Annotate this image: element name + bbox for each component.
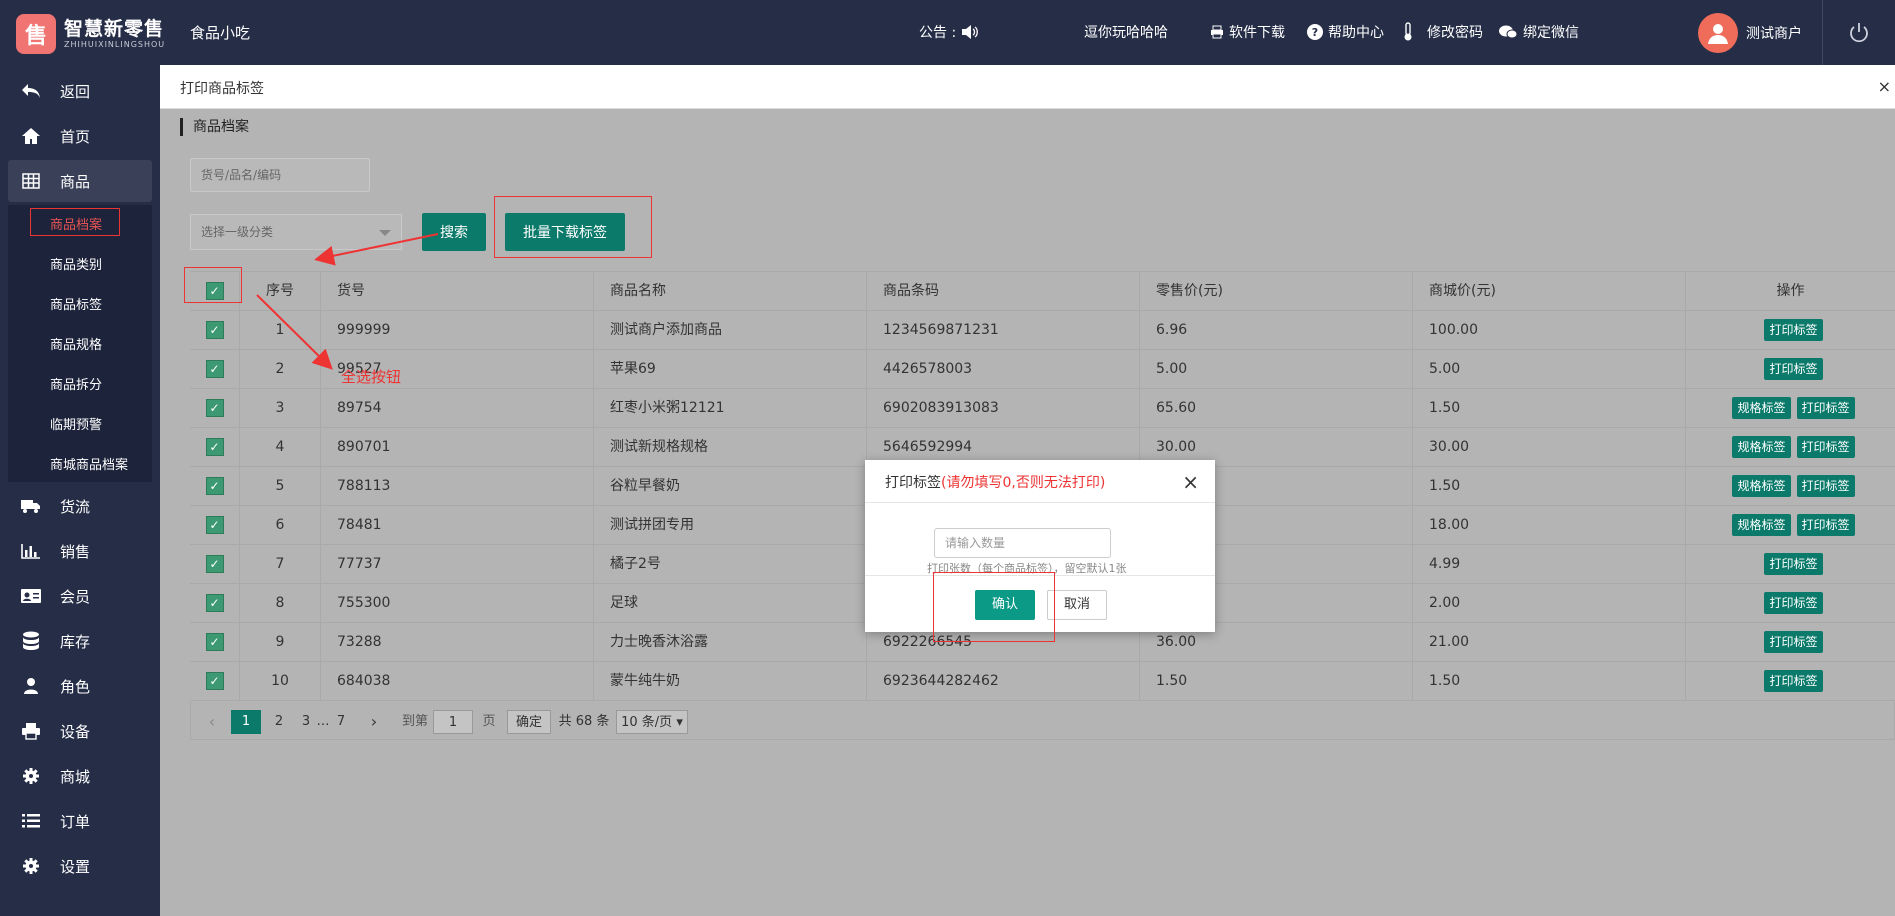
annotation-arrow-search bbox=[314, 233, 439, 266]
pager-goto-input[interactable]: 1 bbox=[433, 710, 473, 734]
annotation-arrow-select-all bbox=[256, 294, 333, 370]
pager-goto-label: 到第 bbox=[401, 714, 428, 729]
pager-per-page-value: 10 条/页 bbox=[621, 715, 673, 730]
dialog-warning: (请勿填写0,否则无法打印) bbox=[941, 475, 1106, 491]
pagination: ‹ 1 2 3 … 7 › 到第 1 页 确定 共 68 条 10 条/页 ▾ bbox=[190, 702, 1895, 740]
pager-page-unit: 页 bbox=[482, 714, 496, 729]
pager-prev[interactable]: ‹ bbox=[205, 710, 219, 734]
dialog-title-text: 打印标签 bbox=[885, 475, 941, 491]
caret-down-icon: ▾ bbox=[676, 715, 683, 730]
pager-page-3[interactable]: 3 bbox=[297, 710, 315, 734]
pager-total: 共 68 条 bbox=[558, 714, 610, 729]
pager-confirm-button[interactable]: 确定 bbox=[507, 710, 551, 734]
annotation-select-all-text: 全选按钮 bbox=[341, 368, 402, 386]
pager-page-2[interactable]: 2 bbox=[267, 710, 291, 734]
dialog-close-icon[interactable]: × bbox=[1182, 470, 1199, 494]
pager-per-page-select[interactable]: 10 条/页 ▾ bbox=[616, 710, 688, 734]
dialog-divider-top bbox=[865, 502, 1215, 503]
dialog-title: 打印标签(请勿填写0,否则无法打印) bbox=[885, 472, 1105, 492]
annotation-arrows bbox=[256, 233, 439, 370]
pager-next[interactable]: › bbox=[367, 710, 381, 734]
pager-page-1[interactable]: 1 bbox=[231, 710, 261, 734]
cancel-button[interactable]: 取消 bbox=[1047, 590, 1107, 620]
annotation-box-confirm bbox=[933, 572, 1055, 642]
pager-page-7[interactable]: 7 bbox=[333, 710, 349, 734]
quantity-input[interactable]: 请输入数量 bbox=[934, 528, 1111, 558]
pager-ellipsis: … bbox=[316, 714, 330, 729]
